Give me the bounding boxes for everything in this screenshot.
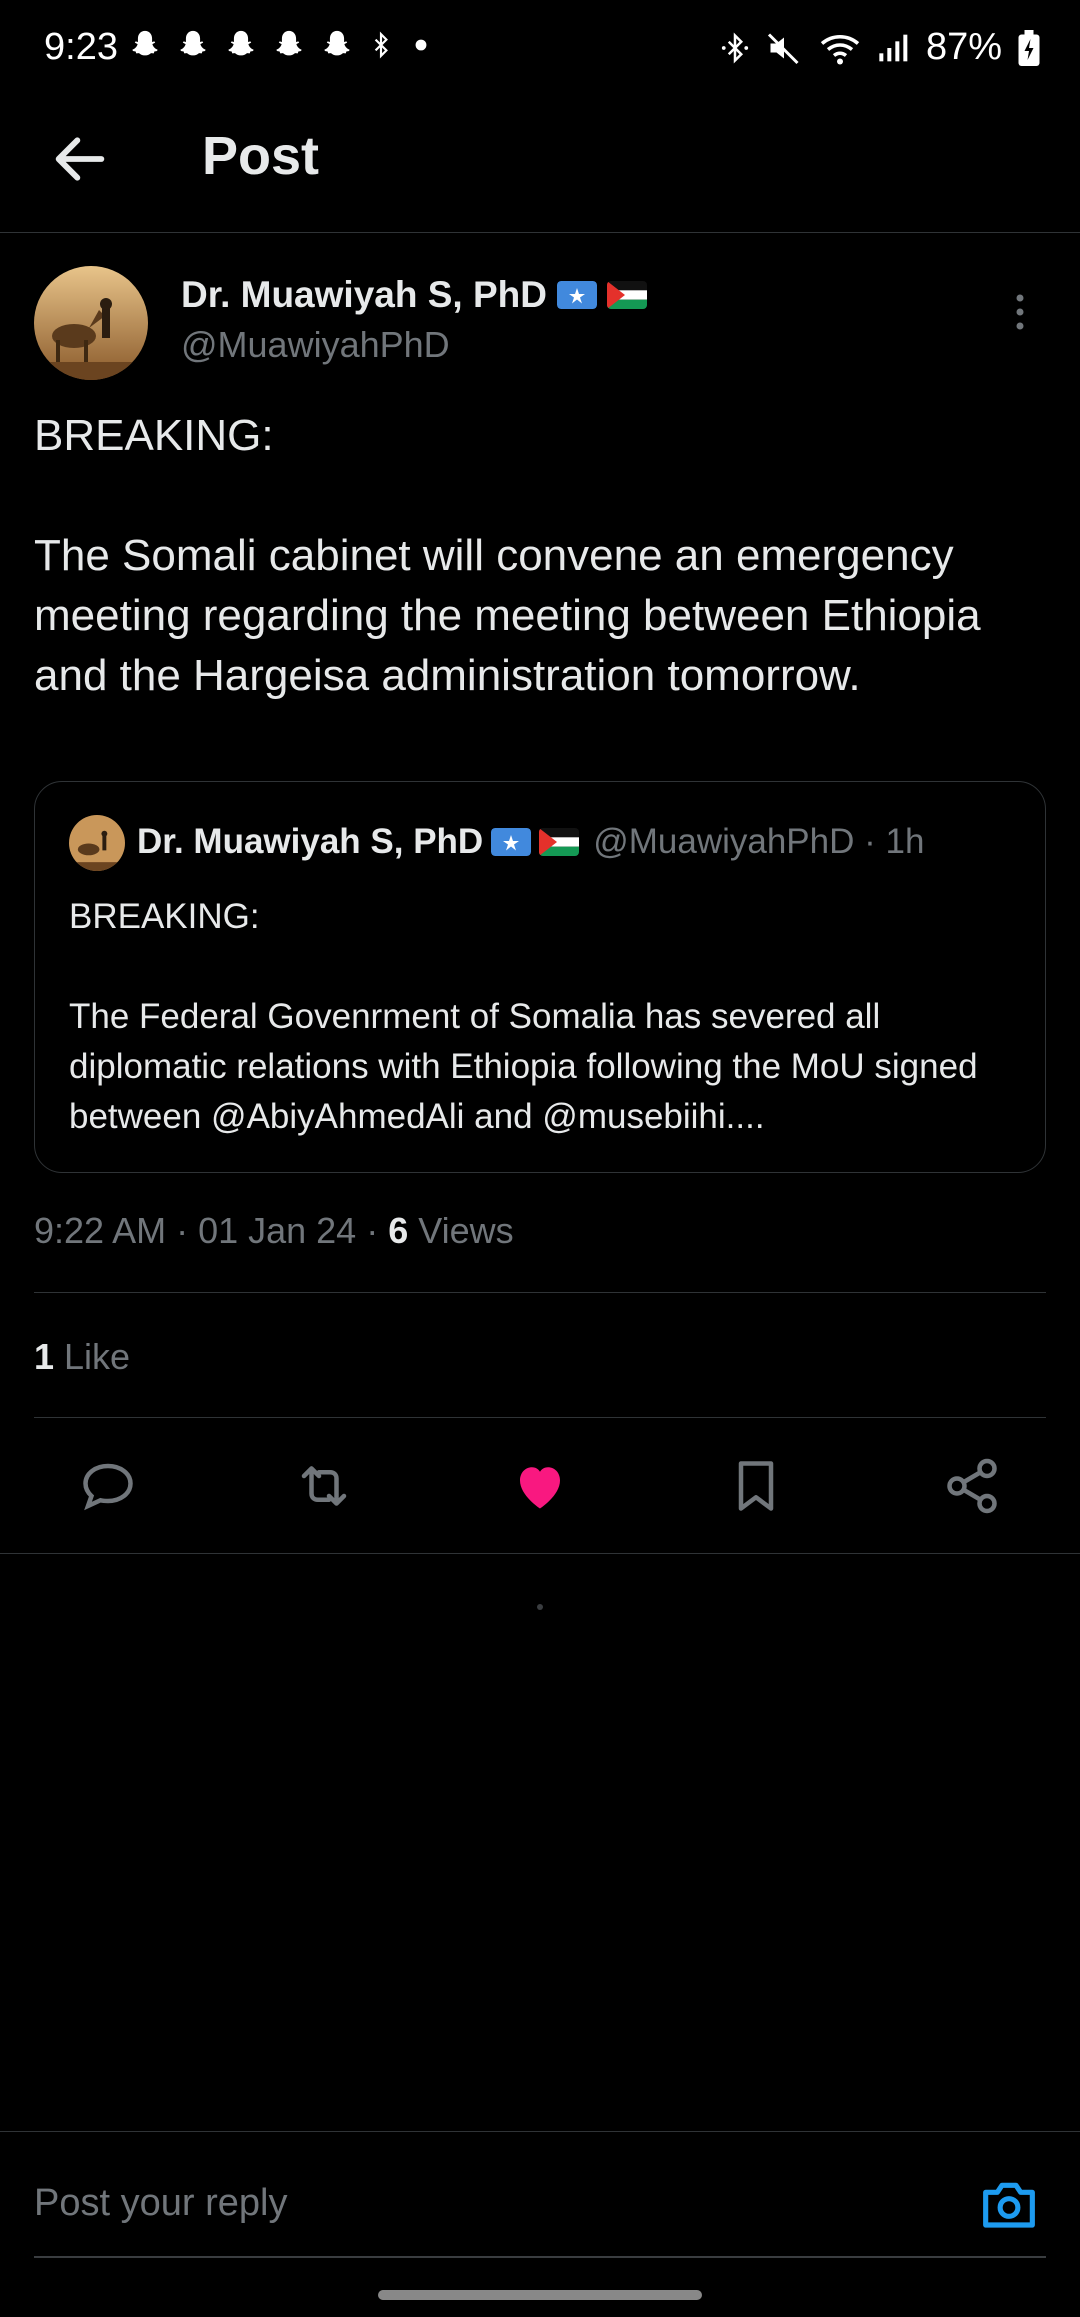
likes-count: 1 [34,1336,55,1377]
wifi-icon [820,34,860,64]
reply-icon[interactable] [78,1456,138,1516]
back-arrow-icon[interactable] [48,127,112,191]
reply-underline [34,2256,1046,2258]
like-icon[interactable] [510,1456,570,1516]
home-indicator[interactable] [378,2290,702,2300]
snapchat-icon [324,30,350,56]
divider [34,1292,1046,1293]
status-time: 9:23 [44,26,118,68]
post-text: BREAKING: The Somali cabinet will conven… [34,411,981,700]
snapchat-icon [132,30,158,56]
snapchat-icon [180,30,206,56]
avatar[interactable] [34,266,148,380]
post-meta: 9:22 AM · 01 Jan 24 · 6 Views [34,1210,514,1252]
palestine-flag [539,828,580,856]
bluetooth-icon [374,31,388,59]
quoted-text: BREAKING: The Federal Govenrment of Soma… [69,897,978,1136]
battery-charging-icon [1018,29,1040,66]
notification-icons [128,28,434,62]
likes-summary[interactable]: 1 Like [34,1336,130,1378]
system-icons: 87% [720,26,1040,69]
repost-icon[interactable] [294,1456,354,1516]
signal-icon [879,34,908,61]
post-timestamp: 9:22 AM · 01 Jan 24 · [34,1210,389,1251]
quoted-author: Dr. Muawiyah S, PhD @MuawiyahPhD · 1h [137,822,924,862]
likes-label: Like [54,1336,131,1377]
author-name-text: Dr. Muawiyah S, PhD [181,274,547,315]
mute-icon [767,32,799,64]
share-icon[interactable] [942,1456,1002,1516]
views-label: Views [408,1210,514,1251]
dot-icon [415,39,427,51]
loading-indicator [537,1604,543,1610]
author-name[interactable]: Dr. Muawiyah S, PhD [181,274,647,316]
bookmark-icon[interactable] [726,1456,786,1516]
snapchat-icon [228,30,254,56]
status-bar: 9:23 87% [0,0,1080,95]
snapchat-icon [276,30,302,56]
quoted-post[interactable]: Dr. Muawiyah S, PhD @MuawiyahPhD · 1h BR… [34,781,1046,1173]
views-count: 6 [388,1210,409,1251]
reply-input[interactable]: Post your reply [34,2182,287,2225]
battery-percent: 87% [925,26,1002,68]
top-bar: Post [0,95,1080,233]
action-bar [0,1418,1080,1554]
quoted-author-name: Dr. Muawiyah S, PhD [137,822,484,861]
somalia-flag [556,281,597,309]
page-title: Post [202,126,320,186]
quoted-avatar [69,815,125,871]
bluetooth-icon [721,31,749,64]
quoted-handle-time: @MuawiyahPhD · 1h [593,822,925,861]
somalia-flag [491,828,532,856]
more-options-icon[interactable] [1010,292,1030,332]
author-handle[interactable]: @MuawiyahPhD [181,324,450,366]
reply-bar: Post your reply [0,2131,1080,2317]
palestine-flag [606,281,647,309]
camera-icon[interactable] [978,2176,1040,2232]
